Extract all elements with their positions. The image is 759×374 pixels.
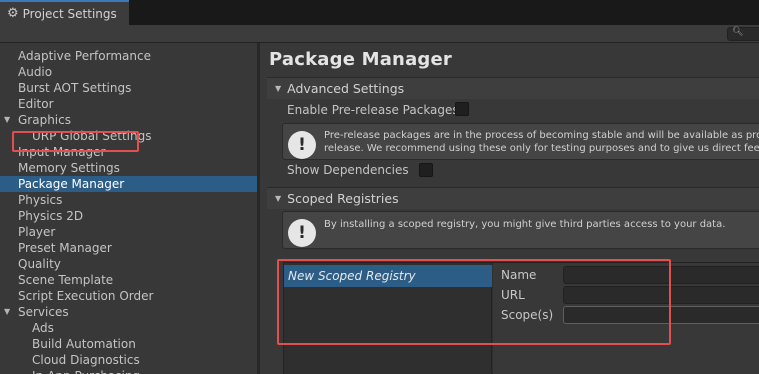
search-input[interactable]: 🔍︎ — [727, 27, 759, 41]
info-icon: ! — [288, 219, 316, 247]
sidebar-item[interactable]: In-App Purchasing — [0, 368, 257, 374]
sidebar-item[interactable]: Editor — [0, 96, 257, 112]
package-manager-highlight — [12, 131, 139, 152]
prerelease-help-box: ! Pre-release packages are in the proces… — [282, 123, 759, 160]
sidebar-item[interactable]: Quality — [0, 256, 257, 272]
sidebar-item[interactable]: Audio — [0, 64, 257, 80]
sidebar-item[interactable]: Cloud Diagnostics — [0, 352, 257, 368]
registry-highlight — [277, 259, 671, 345]
advanced-settings-label: Advanced Settings — [287, 81, 405, 96]
sidebar-item-label: Player — [18, 225, 56, 239]
sidebar-item[interactable]: Memory Settings — [0, 160, 257, 176]
tab-project-settings[interactable]: ⚙ Project Settings — [0, 0, 129, 25]
scoped-help-box: ! By installing a scoped registry, you m… — [282, 211, 759, 249]
sidebar-item[interactable]: Physics 2D — [0, 208, 257, 224]
sidebar-item-label: Ads — [32, 321, 54, 335]
sidebar-item[interactable]: Burst AOT Settings — [0, 80, 257, 96]
gear-icon: ⚙ — [7, 6, 19, 21]
sidebar-item-label: Graphics — [18, 113, 71, 127]
sidebar-item[interactable]: ▼ Graphics — [0, 112, 257, 128]
sidebar-item[interactable]: ▼ Services — [0, 304, 257, 320]
sidebar-item[interactable]: Script Execution Order — [0, 288, 257, 304]
sidebar-item[interactable]: Physics — [0, 192, 257, 208]
sidebar-item-label: Burst AOT Settings — [18, 81, 132, 95]
help-line-1: Pre-release packages are in the process … — [324, 130, 759, 141]
sidebar-item-label: Build Automation — [32, 337, 136, 351]
scoped-help-text: By installing a scoped registry, you mig… — [324, 219, 726, 230]
page-title: Package Manager — [269, 49, 452, 70]
sidebar-item-label: Scene Template — [18, 273, 114, 287]
caret-down-icon[interactable]: ▼ — [4, 112, 10, 128]
sidebar-item-label: Adaptive Performance — [18, 49, 151, 63]
prerelease-checkbox[interactable] — [455, 102, 469, 116]
sidebar-item-label: Memory Settings — [18, 161, 120, 175]
scoped-registries-header[interactable]: ▼ Scoped Registries — [267, 187, 759, 209]
show-dependencies-checkbox[interactable] — [419, 163, 433, 177]
sidebar-item-label: Physics 2D — [18, 209, 84, 223]
sidebar-item[interactable]: Preset Manager — [0, 240, 257, 256]
tab-title: Project Settings — [22, 6, 117, 21]
sidebar-item-label: Services — [18, 305, 69, 319]
sidebar-item-label: Cloud Diagnostics — [32, 353, 140, 367]
sidebar-item-label: In-App Purchasing — [32, 368, 140, 374]
sidebar: In-App PurchasingCloud Diagnostics Build … — [0, 43, 257, 374]
prerelease-label: Enable Pre-release Packages — [287, 103, 459, 117]
scoped-registries-label: Scoped Registries — [287, 191, 399, 206]
toolbar: 🔍︎ — [0, 25, 759, 43]
sidebar-item[interactable]: Scene Template — [0, 272, 257, 288]
search-icon: 🔍︎ — [732, 27, 744, 37]
sidebar-item-label: Package Manager — [18, 177, 125, 191]
sidebar-item-label: Physics — [18, 193, 63, 207]
caret-down-icon[interactable]: ▼ — [4, 304, 10, 320]
help-line-2: release. We recommend using these only f… — [324, 143, 759, 154]
advanced-settings-header[interactable]: ▼ Advanced Settings — [267, 77, 759, 99]
prerelease-help-text: Pre-release packages are in the process … — [324, 129, 759, 155]
sidebar-item[interactable]: Ads — [0, 320, 257, 336]
show-dependencies-label: Show Dependencies — [287, 163, 409, 177]
sidebar-item[interactable]: Package Manager — [0, 176, 257, 192]
sidebar-item-label: Script Execution Order — [18, 289, 154, 303]
sidebar-item-label: Audio — [18, 65, 53, 79]
sidebar-item[interactable]: Player — [0, 224, 257, 240]
main-panel: Package Manager ▼ Advanced Settings Enab… — [260, 43, 759, 374]
info-icon: ! — [288, 131, 316, 159]
sidebar-item-label: Preset Manager — [18, 241, 112, 255]
caret-down-icon: ▼ — [275, 194, 282, 203]
sidebar-item-label: Quality — [18, 257, 61, 271]
window-tab-bar: ⚙ Project Settings — [0, 0, 759, 25]
sidebar-item[interactable]: Adaptive Performance — [0, 48, 257, 64]
caret-down-icon: ▼ — [275, 84, 282, 93]
sidebar-item[interactable]: Build Automation — [0, 336, 257, 352]
sidebar-item-label: Editor — [18, 97, 54, 111]
